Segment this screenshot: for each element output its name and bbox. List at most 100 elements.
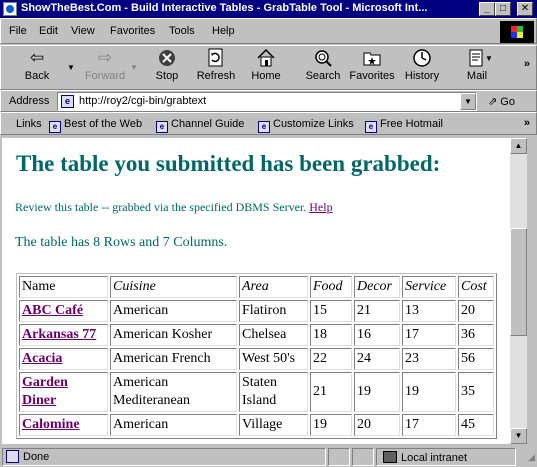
table-header-row: Name Cuisine Area Food Decor Service Cos… [19,276,494,298]
status-bar: Done Local intranet ◢ [0,446,537,467]
search-icon [312,48,334,68]
table-summary: The table has 8 Rows and 7 Columns. [15,235,228,250]
link-page-icon: e [258,121,270,133]
go-button[interactable]: ⇗ Go [488,95,515,108]
windows-logo-icon [500,21,534,43]
table-row: Calomine American Village 19 20 17 45 [19,414,494,436]
back-dropdown-icon[interactable]: ▼ [67,63,75,72]
cell-name: Acacia [19,348,108,370]
forward-button[interactable]: ⇨ Forward [81,48,129,88]
address-bar: Address e http://roy2/cgi-bin/grabtext ▼… [0,90,537,112]
cell-cuisine: American [110,414,237,436]
link-free-hotmail[interactable]: e Free Hotmail [365,118,443,133]
cell-area: Village [239,414,308,436]
restaurant-link[interactable]: Arkansas 77 [22,327,96,342]
page-icon: e [61,95,74,108]
go-arrow-icon: ⇗ [488,96,498,108]
cell-service: 17 [402,324,456,346]
menu-view[interactable]: View [71,25,95,37]
menu-help[interactable]: Help [212,25,235,37]
menu-edit[interactable]: Edit [39,25,58,37]
help-link[interactable]: Help [309,200,332,214]
address-input[interactable]: e http://roy2/cgi-bin/grabtext ▼ [57,92,477,111]
cell-area: Staten Island [239,372,308,412]
cell-cost: 20 [458,300,494,322]
maximize-button[interactable]: □ [495,2,511,16]
restaurant-link[interactable]: Calomine [22,417,80,432]
cell-cuisine: American Kosher [110,324,237,346]
links-bar: Links e Best of the Web e Channel Guide eC… [0,112,537,135]
cell-cuisine: American [110,300,237,322]
cell-decor: 21 [354,300,400,322]
table-row: Acacia American French West 50's 22 24 2… [19,348,494,370]
link-best-of-the-web[interactable]: e Best of the Web [49,118,142,133]
menu-bar: File Edit View Favorites Tools Help [0,18,537,44]
grabbed-table: Name Cuisine Area Food Decor Service Cos… [16,273,497,439]
page-content: The table you submitted has been grabbed… [2,138,510,444]
table-row: Garden Diner American Mediteranean State… [19,372,494,412]
vertical-scrollbar[interactable]: ▲ ▼ [510,138,527,444]
ie-app-icon[interactable] [3,2,17,16]
home-icon [255,48,277,68]
address-dropdown-icon[interactable]: ▼ [460,93,476,110]
col-header-cuisine: Cuisine [110,276,237,298]
history-button[interactable]: History [402,48,442,88]
cell-decor: 20 [354,414,400,436]
cell-decor: 19 [354,372,400,412]
cell-name: Calomine [19,414,108,436]
link-channel-guide[interactable]: e Channel Guide [156,118,244,133]
page-done-icon [6,450,19,463]
history-icon [411,48,433,68]
forward-arrow-icon: ⇨ [97,48,113,67]
mail-dropdown-icon[interactable]: ▼ [485,54,493,63]
minimize-button[interactable]: _ [479,2,495,16]
forward-dropdown-icon[interactable]: ▼ [130,63,138,72]
cell-cost: 45 [458,414,494,436]
links-chevron-icon[interactable]: » [524,117,530,129]
cell-decor: 16 [354,324,400,346]
restaurant-link[interactable]: ABC Café [22,303,83,318]
col-header-decor: Decor [354,276,400,298]
scroll-thumb[interactable] [510,228,527,336]
link-customize-links[interactable]: e Customize Links [258,118,354,133]
cell-name: Arkansas 77 [19,324,108,346]
link-page-icon: e [156,121,168,133]
home-button[interactable]: Home [247,48,285,88]
favorites-button[interactable]: Favorites [347,48,397,88]
menu-tools[interactable]: Tools [169,25,195,37]
stop-button[interactable]: Stop [148,48,186,88]
restaurant-link[interactable]: Garden Diner [22,375,68,408]
col-header-food: Food [310,276,352,298]
title-bar: ShowTheBest.Com - Build Interactive Tabl… [0,0,537,18]
scroll-down-button[interactable]: ▼ [510,428,527,444]
cell-food: 15 [310,300,352,322]
restaurant-link[interactable]: Acacia [22,351,62,366]
cell-area: Flatiron [239,300,308,322]
search-button[interactable]: Search [303,48,343,88]
col-header-name: Name [19,276,108,298]
zone-text: Local intranet [401,452,468,464]
cell-area: Chelsea [239,324,308,346]
cell-food: 18 [310,324,352,346]
status-panel-empty [352,448,374,466]
menu-favorites[interactable]: Favorites [110,25,155,37]
cell-cost: 36 [458,324,494,346]
cell-name: Garden Diner [19,372,108,412]
menu-file[interactable]: File [9,25,27,37]
links-label: Links [16,118,42,130]
stop-icon [156,48,178,68]
cell-cost: 35 [458,372,494,412]
close-button[interactable]: ✕ [517,2,533,16]
back-arrow-icon: ⇦ [29,48,45,67]
status-text: Done [23,451,50,463]
resize-grip-icon[interactable]: ◢ [528,452,535,463]
address-url[interactable]: http://roy2/cgi-bin/grabtext [79,95,206,107]
refresh-button[interactable]: Refresh [193,48,239,88]
scroll-up-button[interactable]: ▲ [510,138,527,154]
toolbar-chevron-icon[interactable]: » [524,58,530,70]
cell-cost: 56 [458,348,494,370]
back-button[interactable]: ⇦ Back [15,48,59,88]
window-title: ShowTheBest.Com - Build Interactive Tabl… [21,2,428,14]
cell-area: West 50's [239,348,308,370]
review-text: Review this table -- grabbed via the spe… [15,200,333,214]
